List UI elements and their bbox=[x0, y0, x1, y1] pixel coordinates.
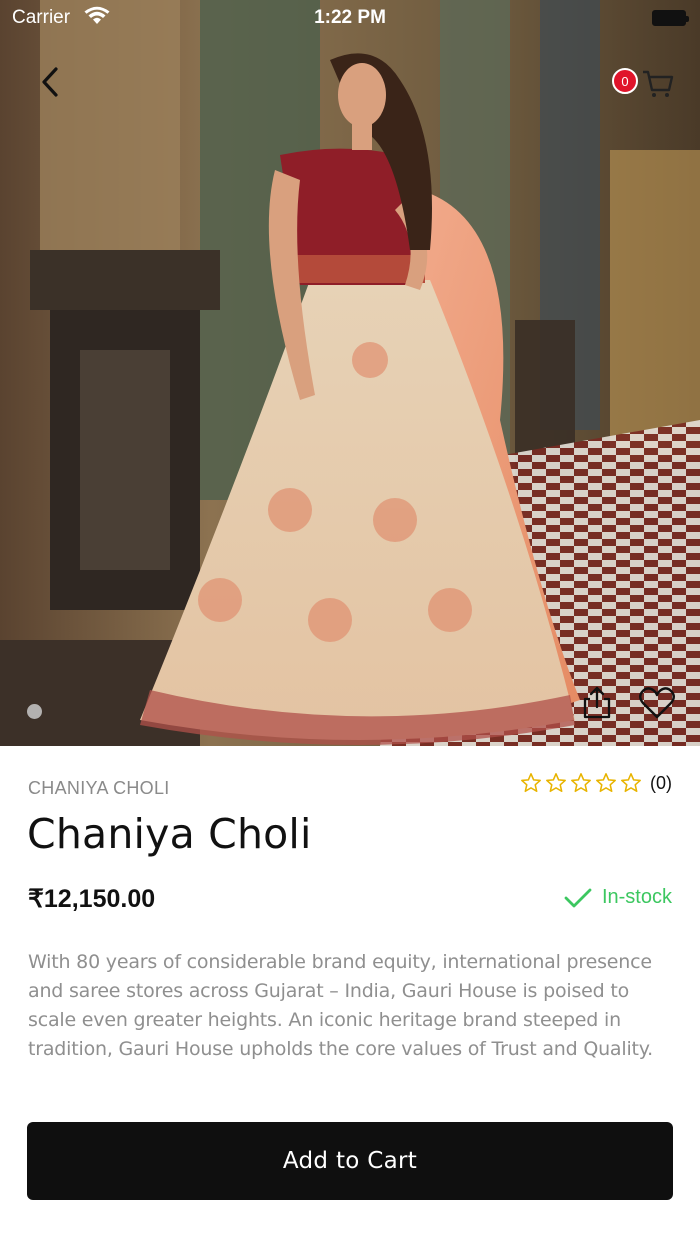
back-chevron-icon bbox=[42, 67, 58, 97]
product-category: CHANIYA CHOLI bbox=[28, 778, 170, 798]
image-page-indicator[interactable] bbox=[27, 704, 42, 719]
star-icon[interactable] bbox=[620, 772, 642, 794]
product-description: With 80 years of considerable brand equi… bbox=[28, 951, 653, 1060]
product-image[interactable]: Carrier 1:22 PM 0 bbox=[0, 0, 700, 746]
rating-count: (0) bbox=[650, 772, 672, 793]
product-title: Chaniya Choli bbox=[27, 810, 312, 858]
stock-status: In-stock bbox=[564, 886, 672, 909]
share-icon bbox=[583, 686, 611, 719]
product-rating[interactable]: (0) bbox=[520, 772, 672, 794]
wishlist-button[interactable] bbox=[638, 686, 676, 720]
share-button[interactable] bbox=[580, 684, 614, 720]
battery-icon bbox=[652, 10, 689, 26]
cart-button[interactable]: 0 bbox=[610, 64, 674, 100]
star-icon[interactable] bbox=[570, 772, 592, 794]
back-button[interactable] bbox=[34, 62, 66, 102]
star-icon[interactable] bbox=[595, 772, 617, 794]
checkmark-icon bbox=[564, 888, 592, 907]
stock-label: In-stock bbox=[601, 886, 672, 908]
product-photo bbox=[0, 0, 700, 746]
add-to-cart-button[interactable]: Add to Cart bbox=[27, 1122, 673, 1200]
status-bar: Carrier 1:22 PM bbox=[0, 0, 700, 36]
cart-count-badge: 0 bbox=[612, 68, 638, 94]
status-time: 1:22 PM bbox=[314, 7, 386, 28]
cart-icon bbox=[643, 70, 674, 97]
product-price: ₹12,150.00 bbox=[28, 885, 156, 913]
star-icon[interactable] bbox=[545, 772, 567, 794]
heart-icon bbox=[639, 687, 675, 719]
star-icon[interactable] bbox=[520, 772, 542, 794]
